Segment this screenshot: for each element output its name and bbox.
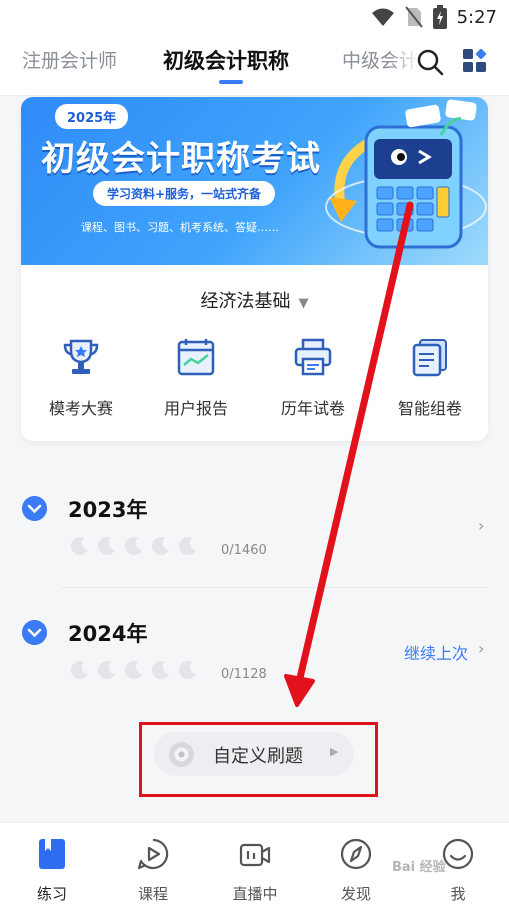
status-bar: 5:27 xyxy=(0,0,509,34)
feature-smart-paper[interactable]: 智能组卷 xyxy=(375,337,485,419)
no-sim-icon xyxy=(404,6,423,28)
feature-user-report[interactable]: 用户报告 xyxy=(141,337,251,419)
book-icon xyxy=(39,839,65,869)
banner-pill: 学习资料+服务，一站式齐备 xyxy=(93,181,276,206)
subject-selector[interactable]: 经济法基础 ▼ xyxy=(21,287,488,313)
tab-cpa[interactable]: 注册会计师 xyxy=(22,46,117,73)
compass-icon xyxy=(340,838,372,870)
watermark-text: Bai 经验 xyxy=(392,860,446,875)
moon-icon xyxy=(97,537,115,556)
exam-banner[interactable]: 2025年 初级会计职称考试 学习资料+服务，一站式齐备 课程、图书、习题、机考… xyxy=(21,97,488,265)
year-progress-count: 0/1128 xyxy=(221,667,267,682)
exam-card: 2025年 初级会计职称考试 学习资料+服务，一站式齐备 课程、图书、习题、机考… xyxy=(21,97,488,441)
nav-label: 直播中 xyxy=(232,885,278,903)
status-time: 5:27 xyxy=(456,6,497,28)
nav-discover[interactable]: 发现 xyxy=(316,837,396,904)
caret-down-icon: ▼ xyxy=(298,296,309,311)
feature-mock-exam[interactable]: 模考大赛 xyxy=(26,337,136,419)
nav-courses[interactable]: 课程 xyxy=(113,837,193,904)
divider xyxy=(62,587,488,588)
calculator-illustration xyxy=(325,99,487,249)
moon-icon xyxy=(97,661,115,680)
nav-label: 练习 xyxy=(36,885,67,903)
play-circle-icon xyxy=(137,838,169,870)
trophy-icon xyxy=(63,339,99,374)
banner-year: 2025年 xyxy=(55,104,129,129)
feature-past-papers[interactable]: 历年试卷 xyxy=(258,337,368,419)
moon-icon xyxy=(124,537,142,556)
progress-moons xyxy=(70,536,198,556)
nav-label: 课程 xyxy=(137,885,168,903)
moon-icon xyxy=(178,661,196,680)
moon-icon xyxy=(151,537,169,556)
year-progress-count: 0/1460 xyxy=(221,543,267,558)
subject-label: 经济法基础 xyxy=(200,291,291,312)
banner-subtitle: 课程、图书、习题、机考系统、答疑…… xyxy=(81,221,279,234)
nav-label: 发现 xyxy=(340,885,371,903)
chevron-right-icon[interactable]: › xyxy=(478,639,484,658)
battery-charging-icon xyxy=(432,5,447,29)
report-chart-icon xyxy=(177,339,215,376)
year-title: 2023年 xyxy=(68,498,148,522)
video-camera-icon xyxy=(239,843,271,867)
banner-title: 初级会计职称考试 xyxy=(41,139,321,179)
chevron-right-icon[interactable]: › xyxy=(478,516,484,535)
progress-moons xyxy=(70,660,198,680)
moon-icon xyxy=(70,537,88,556)
nav-live[interactable]: 直播中 xyxy=(215,837,295,904)
document-stack-icon xyxy=(412,339,447,377)
feature-label: 模考大赛 xyxy=(48,399,113,418)
year-title: 2024年 xyxy=(68,622,148,646)
continue-last-link[interactable]: 继续上次 xyxy=(404,640,468,664)
active-tab-indicator xyxy=(219,80,243,84)
printer-paper-icon xyxy=(294,338,332,376)
moon-icon xyxy=(124,661,142,680)
nav-label: 我 xyxy=(450,885,466,903)
search-icon[interactable] xyxy=(416,48,444,76)
smile-face-icon xyxy=(442,838,474,870)
moon-icon xyxy=(70,661,88,680)
grid-apps-icon[interactable] xyxy=(462,48,488,74)
top-tab-bar: 注册会计师 初级会计职称 中级会计 xyxy=(0,34,509,96)
wifi-icon xyxy=(371,7,395,27)
feature-label: 历年试卷 xyxy=(280,399,345,418)
moon-icon xyxy=(151,661,169,680)
highlight-annotation-box xyxy=(139,722,378,797)
tab-junior-accountant[interactable]: 初级会计职称 xyxy=(163,45,289,75)
feature-label: 智能组卷 xyxy=(397,399,462,418)
feature-label: 用户报告 xyxy=(163,399,228,418)
moon-icon xyxy=(178,537,196,556)
chevron-down-icon[interactable] xyxy=(22,496,47,521)
nav-practice[interactable]: 练习 xyxy=(12,837,92,904)
chevron-down-icon[interactable] xyxy=(22,620,47,645)
